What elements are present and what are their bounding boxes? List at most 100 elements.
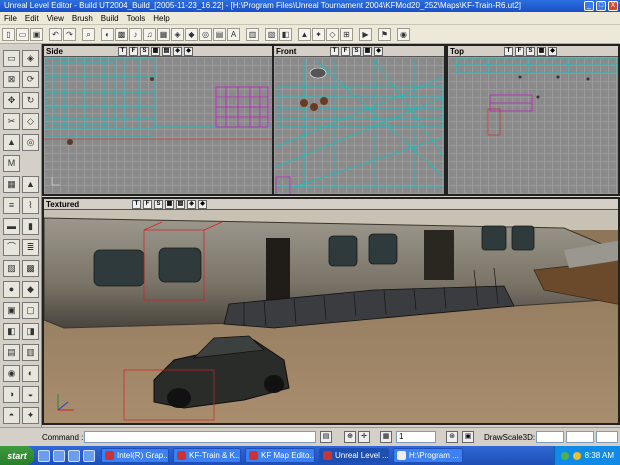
viewport-front[interactable]: Front T F S ▦ ◆ [272, 44, 446, 196]
deintersect-icon[interactable]: ◨ [22, 323, 39, 340]
taskbar-item[interactable]: Intel(R) Grap... [101, 448, 169, 463]
menu-edit[interactable]: Edit [25, 12, 39, 24]
play-level-icon[interactable]: ▶ [359, 27, 372, 41]
quick-launch-icon[interactable] [68, 449, 80, 462]
viewport-button-t[interactable]: T [118, 46, 127, 56]
add-icon[interactable]: ▣ [3, 302, 20, 319]
taskbar-item[interactable]: H:\Program ... [393, 448, 463, 463]
menu-brush[interactable]: Brush [72, 12, 93, 24]
drawscale-x-field[interactable] [536, 431, 564, 443]
viewport-button-f[interactable]: F [341, 46, 350, 56]
view-mode-icon[interactable]: ◈ [187, 199, 196, 209]
view-mode-icon[interactable]: ◆ [198, 199, 207, 209]
viewport-button-f[interactable]: F [143, 199, 152, 209]
menu-view[interactable]: View [47, 12, 64, 24]
drawscale-z-field[interactable] [596, 431, 618, 443]
start-button[interactable]: start [0, 446, 34, 465]
taskbar-item[interactable]: KF-Train & K... [173, 448, 241, 463]
actor-browser-icon[interactable]: ◐ [101, 27, 114, 41]
rotate-icon[interactable]: ⟳ [22, 71, 39, 88]
viewport-button-s[interactable]: S [140, 46, 149, 56]
volume-icon[interactable]: ▩ [22, 260, 39, 277]
viewport-textured[interactable]: Textured T F S ▦ ▤ ◈ ◆ [42, 197, 620, 425]
command-input[interactable] [84, 431, 316, 443]
view-mode-icon[interactable]: ▦ [537, 46, 546, 56]
mesh-browser-icon[interactable]: ◈ [171, 27, 184, 41]
taskbar-item[interactable]: KF Map Edito... [245, 448, 315, 463]
sound-browser-icon[interactable]: ♫ [143, 27, 156, 41]
tetra-brush-icon[interactable]: ◆ [22, 281, 39, 298]
view-mode-icon[interactable]: ▤ [176, 199, 185, 209]
log-icon[interactable]: ▤ [320, 431, 332, 443]
polygon-icon[interactable]: ◇ [22, 113, 39, 130]
static-mesh-browser-icon[interactable]: ◆ [185, 27, 198, 41]
add-antiportal-icon[interactable]: ◐ [22, 365, 39, 382]
viewport-button-s[interactable]: S [154, 199, 163, 209]
texture-pan-icon[interactable]: ✥ [3, 92, 20, 109]
camera-speed-icon[interactable]: ✦ [22, 407, 39, 424]
open-file-icon[interactable]: ▭ [16, 27, 29, 41]
prefab-browser-icon[interactable]: ▤ [213, 27, 226, 41]
view-mode-icon[interactable]: ◆ [184, 46, 193, 56]
quick-launch-icon[interactable] [38, 449, 50, 462]
animation-browser-icon[interactable]: ◎ [199, 27, 212, 41]
sheet-brush-icon[interactable]: ▬ [3, 218, 20, 235]
intersect-icon[interactable]: ◧ [3, 323, 20, 340]
viewport-top[interactable]: Top T F S ▦ ◆ [446, 44, 620, 196]
mov-icon[interactable]: M [3, 155, 20, 172]
viewport-side[interactable]: Side T F S ▦ ▤ ◈ ◆ [42, 44, 274, 196]
scale-icon[interactable]: ⊠ [3, 71, 20, 88]
close-button[interactable]: X [608, 1, 618, 11]
settings-icon[interactable]: ▣ [462, 431, 474, 443]
save-icon[interactable]: ▣ [30, 27, 43, 41]
view-mode-icon[interactable]: ▤ [162, 46, 171, 56]
build-all-icon[interactable]: ⊞ [340, 27, 353, 41]
drawscale-y-field[interactable] [566, 431, 594, 443]
view-mode-icon[interactable]: ▦ [363, 46, 372, 56]
terrain-brush-icon[interactable]: ▨ [3, 260, 20, 277]
brush-clip-icon[interactable]: ✂ [3, 113, 20, 130]
tray-icon[interactable] [572, 451, 581, 460]
subtract-icon[interactable]: ▢ [22, 302, 39, 319]
grid-snap-icon[interactable]: ✛ [358, 431, 370, 443]
viewport-button-f[interactable]: F [515, 46, 524, 56]
group-browser-icon[interactable]: ▩ [115, 27, 128, 41]
cylinder-brush-icon[interactable]: ▮ [22, 218, 39, 235]
matinee-icon[interactable]: ◎ [22, 134, 39, 151]
camera-mode-icon[interactable]: ▭ [3, 50, 20, 67]
view-mode-icon[interactable]: ▦ [165, 199, 174, 209]
maximize-button[interactable]: □ [596, 1, 606, 11]
viewport-button-t[interactable]: T [132, 199, 141, 209]
menu-build[interactable]: Build [101, 12, 119, 24]
grid-icon[interactable]: ▦ [380, 431, 392, 443]
menu-file[interactable]: File [4, 12, 17, 24]
curved-stair-icon[interactable]: ⌒ [3, 239, 20, 256]
menu-tools[interactable]: Tools [127, 12, 146, 24]
new-file-icon[interactable]: ▯ [2, 27, 15, 41]
font-icon[interactable]: A [227, 27, 240, 41]
add-special-icon[interactable]: ▥ [22, 344, 39, 361]
actor-properties-icon[interactable]: ◧ [279, 27, 292, 41]
select-inverse-icon[interactable]: ◓ [3, 407, 20, 424]
grid-size-select[interactable]: 1 [396, 431, 436, 443]
sphere-brush-icon[interactable]: ● [3, 281, 20, 298]
stairs-brush-icon[interactable]: ≡ [3, 197, 20, 214]
terrain-icon[interactable]: ▲ [3, 134, 20, 151]
view-mode-icon[interactable]: ◈ [173, 46, 182, 56]
search-icon[interactable]: ⌕ [82, 27, 95, 41]
vertex-edit-icon[interactable]: ◈ [22, 50, 39, 67]
cube-brush-icon[interactable]: ▦ [3, 176, 20, 193]
hide-selected-icon[interactable]: ◑ [3, 386, 20, 403]
undo-icon[interactable]: ↶ [49, 27, 62, 41]
tray-icon[interactable] [560, 451, 569, 460]
view-mode-icon[interactable]: ◆ [548, 46, 557, 56]
static-mesh-icon[interactable]: ◉ [3, 365, 20, 382]
surface-properties-icon[interactable]: ▧ [265, 27, 278, 41]
music-browser-icon[interactable]: ♪ [129, 27, 142, 41]
3d-view-icon[interactable]: ▥ [246, 27, 259, 41]
viewport-button-t[interactable]: T [504, 46, 513, 56]
cone-brush-icon[interactable]: ▲ [22, 176, 39, 193]
taskbar-item[interactable]: Unreal Level ... [319, 448, 389, 463]
build-geometry-icon[interactable]: ▲ [298, 27, 311, 41]
viewport-button-t[interactable]: T [330, 46, 339, 56]
